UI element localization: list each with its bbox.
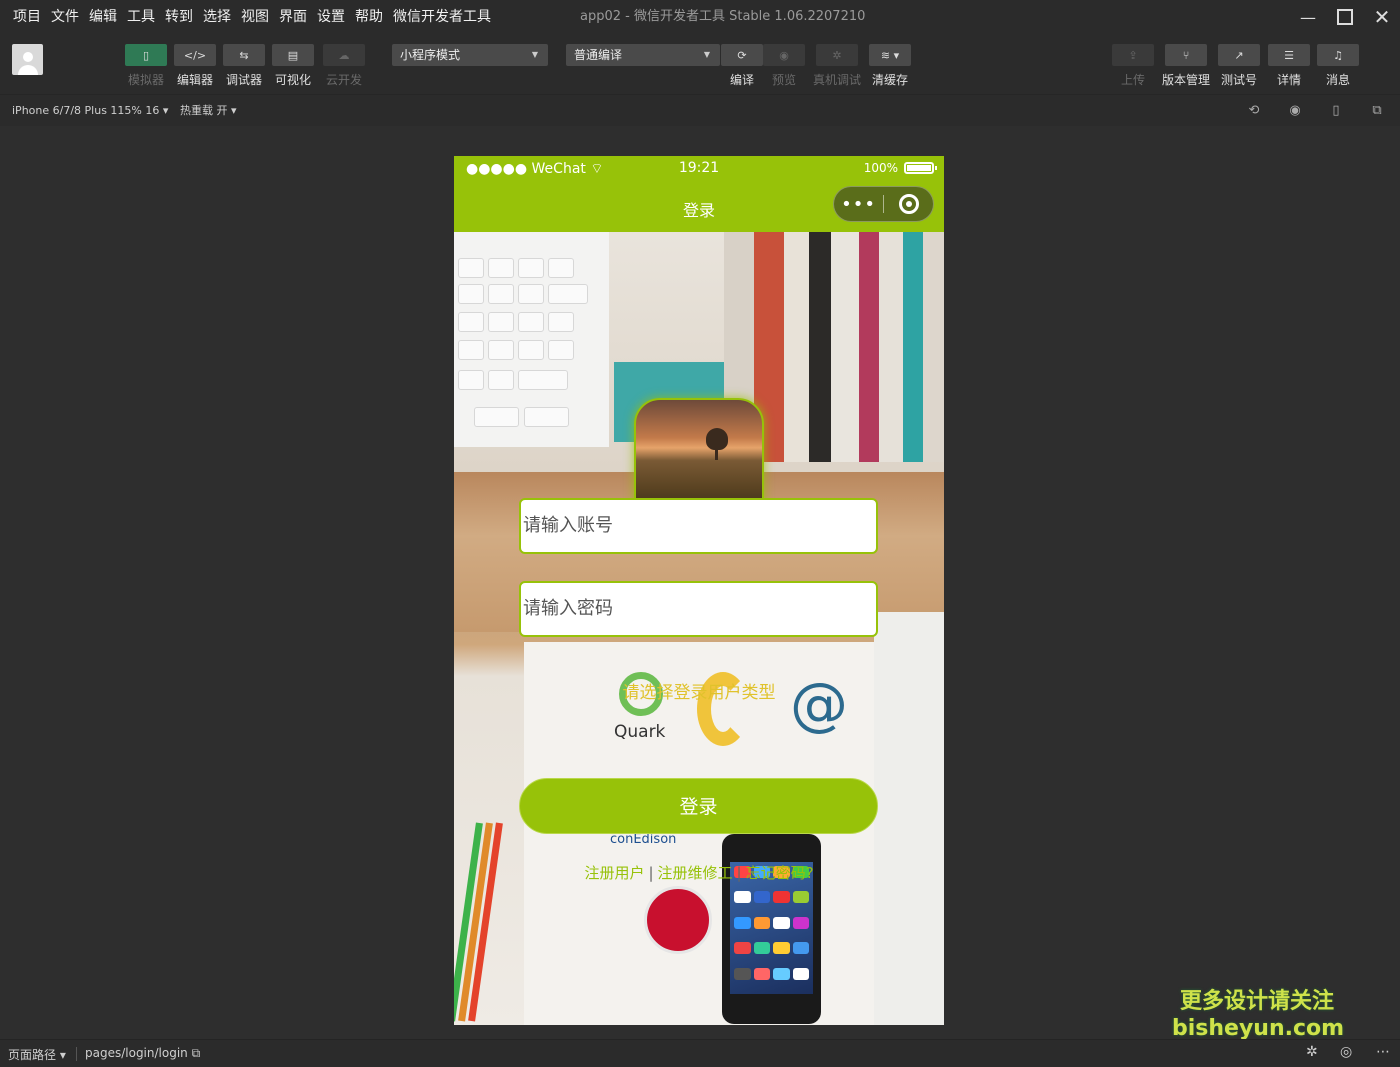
layout-icon: ▤ — [272, 44, 314, 66]
phone-icon: ▯ — [125, 44, 167, 66]
refresh-icon: ⟳ — [721, 44, 763, 66]
minimize-icon[interactable]: — — [1288, 0, 1328, 34]
cloud-label: 云开发 — [325, 73, 362, 87]
menu-item[interactable]: 设置 — [312, 0, 350, 34]
menu-item[interactable]: 文件 — [46, 0, 84, 34]
footer-links: 注册用户 | 注册维修工 | 忘记密码? — [584, 864, 814, 882]
simulator-toggle[interactable]: ▯ 模拟器 — [125, 44, 167, 88]
page-path-dropdown[interactable]: 页面路径 ▾ — [8, 1046, 66, 1063]
mode-select-value: 小程序模式 — [400, 48, 461, 62]
bug-icon: ✲ — [816, 44, 858, 66]
bell-icon: ♫ — [1317, 44, 1359, 66]
upload-icon: ⇪ — [1112, 44, 1154, 66]
quark-label: Quark — [614, 722, 666, 742]
background-image: Quark @ conEdison 请输入账号 请输入密码 请选择登录用户类型 … — [454, 232, 944, 1025]
menu-item[interactable]: 界面 — [274, 0, 312, 34]
clear-cache-button[interactable]: ≋ ▾ 清缓存 — [869, 44, 911, 88]
avatar[interactable] — [12, 44, 43, 75]
device-select[interactable]: iPhone 6/7/8 Plus 115% 16 ▾ — [12, 95, 168, 126]
login-button[interactable]: 登录 — [519, 778, 878, 834]
cloud-toggle[interactable]: ☁ 云开发 — [323, 44, 365, 88]
menu-item[interactable]: 工具 — [122, 0, 160, 34]
close-icon[interactable]: ✕ — [1362, 0, 1400, 34]
eye-icon[interactable]: ◎ — [1340, 1044, 1352, 1060]
status-bar: 页面路径 ▾ pages/login/login ⧉ ✲ ◎ ⋯ — [0, 1039, 1400, 1067]
messages-label: 消息 — [1325, 73, 1350, 87]
phone-nav-bar: 登录 ••• — [454, 184, 944, 232]
toolbar: ▯ 模拟器 </> 编辑器 ⇆ 调试器 ▤ 可视化 ☁ 云开发 小程序模式 ▼ … — [0, 34, 1400, 94]
chevron-down-icon: ▼ — [531, 50, 538, 59]
remote-debug-button[interactable]: ✲ 真机调试 — [813, 44, 861, 88]
mode-select[interactable]: 小程序模式 ▼ — [392, 44, 548, 66]
menu-item[interactable]: 微信开发者工具 — [388, 0, 496, 34]
version-button[interactable]: ⑂ 版本管理 — [1162, 44, 1210, 88]
more-dots-icon[interactable]: ⋯ — [1376, 1044, 1390, 1060]
code-icon: </> — [174, 44, 216, 66]
password-input[interactable]: 请输入密码 — [519, 581, 878, 637]
chevron-down-icon: ▼ — [703, 50, 710, 59]
bug-icon[interactable]: ✲ — [1306, 1044, 1318, 1060]
battery-icon — [904, 162, 937, 174]
visual-toggle[interactable]: ▤ 可视化 — [272, 44, 314, 88]
user-type-picker[interactable]: 请选择登录用户类型 — [454, 678, 944, 703]
editor-toggle[interactable]: </> 编辑器 — [174, 44, 216, 88]
maximize-icon[interactable] — [1325, 0, 1365, 34]
battery-status: 100% — [864, 161, 937, 175]
record-icon[interactable]: ◉ — [1287, 103, 1303, 119]
phone-status-bar: ●●●●● WeChat ⌔ 19:21 100% — [454, 156, 944, 184]
window-icon[interactable]: ⧉ — [1369, 103, 1385, 119]
register-repair-link[interactable]: 注册维修工 — [658, 864, 733, 882]
menu-item[interactable]: 转到 — [160, 0, 198, 34]
keyboard-image — [454, 232, 609, 447]
capsule-menu: ••• — [833, 186, 934, 222]
window-title: app02 - 微信开发者工具 Stable 1.06.2207210 — [580, 9, 866, 24]
rotate-icon[interactable]: ⟲ — [1246, 103, 1262, 119]
more-dots-icon[interactable]: ••• — [834, 194, 883, 215]
messages-button[interactable]: ♫ 消息 — [1317, 44, 1359, 88]
forgot-password-link[interactable]: 忘记密码? — [746, 864, 814, 882]
copy-icon[interactable]: ⧉ — [192, 1046, 201, 1060]
compile-select[interactable]: 普通编译 ▼ — [566, 44, 720, 66]
page-path: pages/login/login ⧉ — [85, 1046, 201, 1060]
phone-icon[interactable]: ▯ — [1328, 103, 1344, 119]
eye-icon: ◉ — [763, 44, 805, 66]
conedison-label: conEdison — [610, 832, 677, 847]
lg-logo — [644, 886, 712, 954]
details-button[interactable]: ☰ 详情 — [1268, 44, 1310, 88]
menu-lines-icon: ☰ — [1268, 44, 1310, 66]
watermark-line1: 更多设计请关注 — [1179, 989, 1334, 1014]
debug-icon: ⇆ — [223, 44, 265, 66]
layers-icon: ≋ ▾ — [869, 44, 911, 66]
register-user-link[interactable]: 注册用户 — [584, 864, 644, 882]
watermark-line2: bisheyun.com — [1172, 1016, 1345, 1041]
debugger-toggle[interactable]: ⇆ 调试器 — [223, 44, 265, 88]
close-miniprogram-icon[interactable] — [884, 194, 933, 214]
menu-item[interactable]: 项目 — [8, 0, 46, 34]
phone-simulator: Quark @ conEdison 请输入账号 请输入密码 请选择登录用户类型 … — [454, 156, 944, 1025]
compile-select-value: 普通编译 — [574, 48, 623, 62]
username-input[interactable]: 请输入账号 — [519, 498, 878, 554]
menu-item[interactable]: 编辑 — [84, 0, 122, 34]
cloud-icon: ☁ — [323, 44, 365, 66]
upload-button[interactable]: ⇪ 上传 — [1112, 44, 1154, 88]
simulator-subbar: iPhone 6/7/8 Plus 115% 16 ▾ 热重载 开 ▾ ⟲ ◉ … — [0, 94, 1400, 126]
clear-cache-label: 清缓存 — [871, 73, 908, 87]
test-account-button[interactable]: ↗ 测试号 — [1218, 44, 1260, 88]
preview-button[interactable]: ◉ 预览 — [763, 44, 805, 88]
menu-item[interactable]: 帮助 — [350, 0, 388, 34]
branch-icon: ⑂ — [1165, 44, 1207, 66]
hot-reload-select[interactable]: 热重载 开 ▾ — [180, 95, 237, 126]
menu-item[interactable]: 选择 — [198, 0, 236, 34]
menu-items: 项目 文件 编辑 工具 转到 选择 视图 界面 设置 帮助 微信开发者工具 — [8, 0, 496, 34]
watermark: 更多设计请关注 bisheyun.com — [1172, 988, 1345, 1042]
menu-bar: 项目 文件 编辑 工具 转到 选择 视图 界面 设置 帮助 微信开发者工具 app02 - 微信开发… — [0, 0, 1400, 34]
menu-item[interactable]: 视图 — [236, 0, 274, 34]
external-link-icon: ↗ — [1218, 44, 1260, 66]
